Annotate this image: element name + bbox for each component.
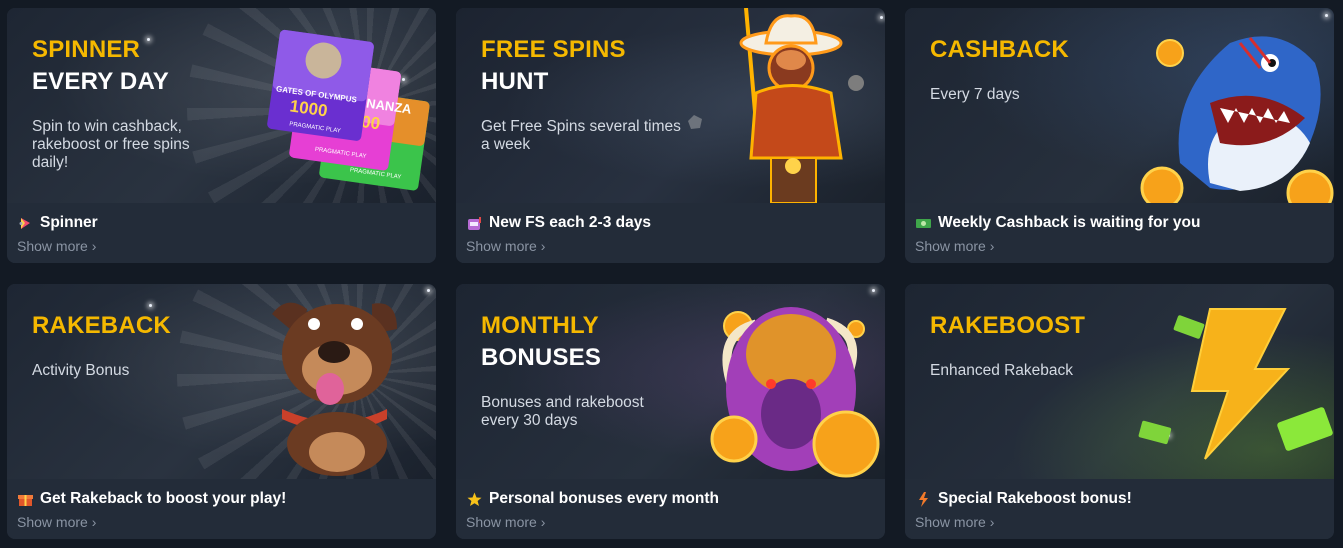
dog-character-art	[272, 302, 397, 476]
show-more-link[interactable]: Show more ›	[466, 514, 545, 530]
footer-title-text: Special Rakeboost bonus!	[938, 490, 1132, 507]
card-hero: CASHBACK Every 7 days	[905, 8, 1334, 203]
footer-title: Get Rakeback to boost your play!	[18, 490, 286, 508]
footer-title-text: Get Rakeback to boost your play!	[40, 490, 287, 507]
chevron-right-icon: ›	[989, 238, 995, 254]
sparkle	[1325, 14, 1328, 17]
sparkle	[149, 304, 152, 307]
chevron-right-icon: ›	[91, 514, 97, 530]
title-line-1: MONTHLY	[481, 312, 599, 339]
footer-title: Special Rakeboost bonus!	[916, 490, 1132, 508]
sparkle	[427, 289, 430, 292]
card-description: Enhanced Rakeback	[930, 362, 1074, 379]
footer-title-text: Spinner	[40, 214, 98, 231]
card-description: Get Free Spins several times a week	[481, 118, 681, 153]
title-line-2: HUNT	[481, 68, 549, 95]
card-hero: MONTHLY BONUSES Bonuses and rakeboost ev…	[456, 284, 885, 479]
show-more-link[interactable]: Show more ›	[466, 238, 545, 254]
title-line-1: RAKEBOOST	[930, 312, 1086, 339]
card-footer: Spinner Show more ›	[7, 203, 436, 263]
card-hero: FREE SPINS HUNT Get Free Spins several t…	[456, 8, 885, 203]
promo-card-free-spins-hunt[interactable]: FREE SPINS HUNT Get Free Spins several t…	[456, 8, 885, 263]
show-more-label: Show more	[17, 514, 88, 530]
promo-card-cashback[interactable]: CASHBACK Every 7 days Weekly Cashback is…	[905, 8, 1334, 263]
title-line-1: CASHBACK	[930, 36, 1069, 63]
cowboy-character-art	[739, 8, 864, 203]
promo-card-spinner[interactable]: SPINNER EVERY DAY Spin to win cashback, …	[7, 8, 436, 263]
star-icon	[467, 492, 482, 507]
card-footer: Weekly Cashback is waiting for you Show …	[905, 203, 1334, 263]
title-line-1: FREE SPINS	[481, 36, 626, 63]
card-footer: Personal bonuses every month Show more ›	[456, 479, 885, 539]
money-icon	[916, 216, 931, 231]
card-hero: SPINNER EVERY DAY Spin to win cashback, …	[7, 8, 436, 203]
footer-title: Personal bonuses every month	[467, 490, 719, 508]
card-description: Bonuses and rakeboost every 30 days	[481, 394, 644, 429]
shark-character-art	[1140, 36, 1334, 203]
promo-card-rakeback[interactable]: RAKEBACK Activity Bonus Get Rakeback to …	[7, 284, 436, 539]
spinner-icon	[18, 216, 33, 231]
show-more-label: Show more	[915, 238, 986, 254]
card-description: Activity Bonus	[32, 362, 130, 379]
footer-title: Weekly Cashback is waiting for you	[916, 214, 1200, 232]
lightning-bolt-art	[1138, 308, 1333, 460]
show-more-label: Show more	[466, 514, 537, 530]
footer-title-text: Personal bonuses every month	[489, 490, 719, 507]
title-line-2: BONUSES	[481, 344, 602, 371]
slot-machine-icon	[467, 216, 482, 231]
rock-decoration	[688, 115, 702, 129]
promo-card-monthly-bonuses[interactable]: MONTHLY BONUSES Bonuses and rakeboost ev…	[456, 284, 885, 539]
show-more-link[interactable]: Show more ›	[17, 514, 96, 530]
card-title: RAKEBOOST	[930, 310, 1085, 342]
footer-title: New FS each 2-3 days	[467, 214, 651, 232]
footer-title-text: Weekly Cashback is waiting for you	[938, 214, 1201, 231]
card-title: RAKEBACK	[32, 310, 171, 342]
card-title: MONTHLY BONUSES	[481, 310, 601, 374]
game-cards-art: PRAGMATIC PLAY BONANZA 1000 PRAGMATIC PL…	[267, 29, 430, 191]
title-line-1: SPINNER	[32, 36, 141, 63]
footer-title: Spinner	[18, 214, 98, 232]
card-footer: Get Rakeback to boost your play! Show mo…	[7, 479, 436, 539]
gift-icon	[18, 492, 33, 507]
show-more-link[interactable]: Show more ›	[915, 514, 994, 530]
chevron-right-icon: ›	[540, 238, 546, 254]
card-footer: New FS each 2-3 days Show more ›	[456, 203, 885, 263]
promo-card-rakeboost[interactable]: RAKEBOOST Enhanced Rakeback Special Rake…	[905, 284, 1334, 539]
show-more-label: Show more	[915, 514, 986, 530]
card-footer: Special Rakeboost bonus! Show more ›	[905, 479, 1334, 539]
sparkle	[872, 289, 875, 292]
lightning-icon	[916, 491, 931, 507]
title-line-2: EVERY DAY	[32, 68, 169, 95]
card-title: CASHBACK	[930, 34, 1069, 66]
footer-title-text: New FS each 2-3 days	[489, 214, 651, 231]
show-more-label: Show more	[466, 238, 537, 254]
show-more-link[interactable]: Show more ›	[17, 238, 96, 254]
card-description: Every 7 days	[930, 86, 1020, 103]
show-more-label: Show more	[17, 238, 88, 254]
card-description: Spin to win cashback, rakeboost or free …	[32, 118, 190, 171]
chevron-right-icon: ›	[540, 514, 546, 530]
card-hero: RAKEBOOST Enhanced Rakeback	[905, 284, 1334, 479]
chevron-right-icon: ›	[989, 514, 995, 530]
show-more-link[interactable]: Show more ›	[915, 238, 994, 254]
card-title: SPINNER EVERY DAY	[32, 34, 169, 98]
buffalo-character-art	[710, 307, 880, 478]
title-line-1: RAKEBACK	[32, 312, 171, 339]
card-title: FREE SPINS HUNT	[481, 34, 626, 98]
card-hero: RAKEBACK Activity Bonus	[7, 284, 436, 479]
chevron-right-icon: ›	[91, 238, 97, 254]
